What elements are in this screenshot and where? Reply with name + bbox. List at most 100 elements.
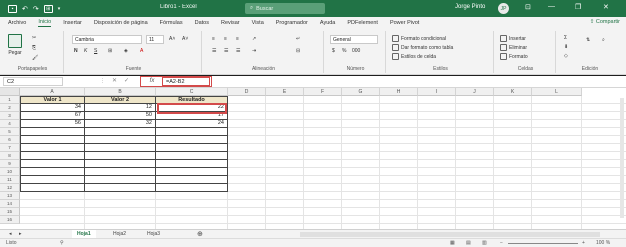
minimize-button[interactable]: — bbox=[548, 3, 555, 10]
row-header-1[interactable]: 1 bbox=[0, 96, 20, 104]
tab-vista[interactable]: Vista bbox=[252, 20, 264, 26]
close-button[interactable]: ✕ bbox=[603, 3, 609, 11]
tab-archivo[interactable]: Archivo bbox=[8, 20, 26, 26]
align-left-icon[interactable]: ☰ bbox=[212, 48, 216, 54]
row-header-5[interactable]: 5 bbox=[0, 128, 20, 136]
tab-datos[interactable]: Datos bbox=[195, 20, 209, 26]
row-header-9[interactable]: 9 bbox=[0, 160, 20, 168]
align-top-icon[interactable]: ≡ bbox=[212, 36, 215, 42]
row-header-6[interactable]: 6 bbox=[0, 136, 20, 144]
column-header-i[interactable]: I bbox=[418, 88, 456, 96]
format-cells-button[interactable]: Formato bbox=[500, 53, 528, 60]
empty-table-cell[interactable] bbox=[20, 144, 85, 152]
tab-insertar[interactable]: Insertar bbox=[63, 20, 82, 26]
column-header-k[interactable]: K bbox=[494, 88, 532, 96]
tab-inicio[interactable]: Inicio bbox=[38, 19, 52, 27]
number-format-select[interactable]: General bbox=[330, 35, 378, 44]
zoom-in-icon[interactable]: + bbox=[582, 239, 585, 247]
search-box[interactable]: ⌕ Buscar bbox=[245, 3, 325, 14]
empty-table-cell[interactable] bbox=[156, 128, 228, 136]
redo-icon[interactable]: ↷ bbox=[33, 5, 39, 13]
empty-table-cell[interactable] bbox=[156, 160, 228, 168]
fill-icon[interactable]: ⬇ bbox=[564, 44, 568, 50]
insert-cells-button[interactable]: Insertar bbox=[500, 35, 526, 42]
table-cell[interactable]: 24 bbox=[156, 120, 228, 128]
empty-table-cell[interactable] bbox=[20, 152, 85, 160]
autosum-icon[interactable]: Σ bbox=[564, 35, 567, 41]
column-header-e[interactable]: E bbox=[266, 88, 304, 96]
ribbon-display-icon[interactable]: ⊡ bbox=[525, 3, 531, 11]
align-center-icon[interactable]: ☰ bbox=[224, 48, 228, 54]
bold-button[interactable]: N bbox=[74, 48, 78, 54]
row-header-7[interactable]: 7 bbox=[0, 144, 20, 152]
column-header-j[interactable]: J bbox=[456, 88, 494, 96]
empty-table-cell[interactable] bbox=[20, 160, 85, 168]
align-middle-icon[interactable]: ≡ bbox=[224, 36, 227, 42]
dropdown-icon[interactable]: ▾ bbox=[58, 6, 61, 12]
empty-table-cell[interactable] bbox=[85, 184, 156, 192]
delete-cells-button[interactable]: Eliminar bbox=[500, 44, 527, 51]
row-header-3[interactable]: 3 bbox=[0, 112, 20, 120]
borders-icon[interactable]: ⊞ bbox=[108, 48, 112, 54]
row-header-13[interactable]: 13 bbox=[0, 192, 20, 200]
table-cell[interactable]: 34 bbox=[20, 104, 85, 112]
conditional-format-button[interactable]: Formato condicional bbox=[392, 35, 446, 42]
select-all-corner[interactable] bbox=[0, 88, 20, 96]
column-header-f[interactable]: F bbox=[304, 88, 342, 96]
row-header-12[interactable]: 12 bbox=[0, 184, 20, 192]
align-right-icon[interactable]: ☰ bbox=[236, 48, 240, 54]
page-layout-icon[interactable]: ▤ bbox=[466, 239, 471, 247]
zoom-slider[interactable] bbox=[508, 243, 578, 244]
row-header-8[interactable]: 8 bbox=[0, 152, 20, 160]
empty-table-cell[interactable] bbox=[85, 136, 156, 144]
paste-button[interactable]: Pegar bbox=[8, 34, 22, 56]
format-painter-icon[interactable]: 🖌 bbox=[32, 55, 38, 61]
tab-power-pivot[interactable]: Power Pivot bbox=[390, 20, 419, 26]
row-header-4[interactable]: 4 bbox=[0, 120, 20, 128]
merge-icon[interactable]: ⊟ bbox=[296, 48, 300, 54]
empty-table-cell[interactable] bbox=[156, 176, 228, 184]
zoom-level[interactable]: 100 % bbox=[596, 239, 610, 247]
row-header-16[interactable]: 16 bbox=[0, 216, 20, 224]
empty-table-cell[interactable] bbox=[85, 152, 156, 160]
empty-table-cell[interactable] bbox=[85, 144, 156, 152]
cell-styles-button[interactable]: Estilos de celda bbox=[392, 53, 436, 60]
empty-table-cell[interactable] bbox=[156, 136, 228, 144]
percent-icon[interactable]: % bbox=[342, 48, 346, 54]
page-break-icon[interactable]: ▥ bbox=[482, 239, 487, 247]
tab-formulas[interactable]: Fórmulas bbox=[160, 20, 183, 26]
italic-button[interactable]: K bbox=[84, 48, 87, 54]
column-header-g[interactable]: G bbox=[342, 88, 380, 96]
table-header-cell[interactable]: Valor 2 bbox=[85, 96, 156, 104]
maximize-button[interactable]: ❐ bbox=[575, 3, 581, 11]
user-name[interactable]: Jorge Pinto bbox=[455, 4, 485, 10]
tab-disposicion[interactable]: Disposición de página bbox=[94, 20, 148, 26]
currency-icon[interactable]: $ bbox=[332, 48, 335, 54]
enter-icon[interactable]: ✓ bbox=[124, 77, 129, 84]
tab-ayuda[interactable]: Ayuda bbox=[320, 20, 336, 26]
underline-button[interactable]: S bbox=[94, 48, 97, 54]
sort-filter-icon[interactable]: ⇅ bbox=[586, 37, 590, 43]
row-header-15[interactable]: 15 bbox=[0, 208, 20, 216]
undo-icon[interactable]: ↶ bbox=[22, 5, 28, 13]
table-cell[interactable]: 56 bbox=[20, 120, 85, 128]
table-cell[interactable]: 32 bbox=[85, 120, 156, 128]
column-header-a[interactable]: A bbox=[20, 88, 85, 96]
font-name-select[interactable]: Cambria bbox=[72, 35, 142, 44]
tab-revisar[interactable]: Revisar bbox=[221, 20, 240, 26]
empty-table-cell[interactable] bbox=[20, 176, 85, 184]
font-size-select[interactable]: 11 bbox=[146, 35, 164, 44]
table-cell[interactable]: 50 bbox=[85, 112, 156, 120]
shrink-font-icon[interactable]: A˅ bbox=[182, 36, 188, 42]
empty-table-cell[interactable] bbox=[85, 128, 156, 136]
customize-icon[interactable]: ⊞ bbox=[43, 4, 53, 13]
indent-icon[interactable]: ⇥ bbox=[252, 48, 256, 54]
font-color-icon[interactable]: A bbox=[140, 48, 143, 54]
clear-icon[interactable]: ◇ bbox=[564, 53, 568, 59]
empty-table-cell[interactable] bbox=[156, 168, 228, 176]
fill-color-icon[interactable]: ◈ bbox=[124, 48, 128, 54]
copy-icon[interactable]: ⎘ bbox=[32, 45, 36, 51]
column-header-d[interactable]: D bbox=[228, 88, 266, 96]
save-icon[interactable]: ▪ bbox=[8, 4, 17, 13]
column-header-c[interactable]: C bbox=[156, 88, 228, 96]
